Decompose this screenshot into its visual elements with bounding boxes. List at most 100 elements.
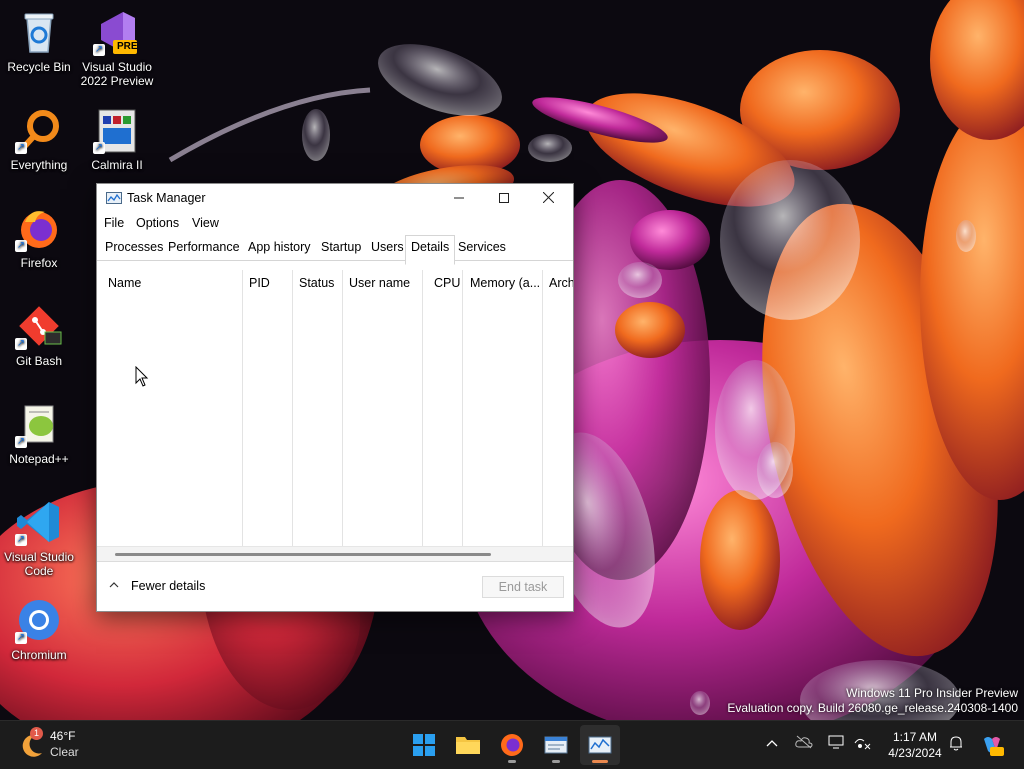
column-header-cpu[interactable]: CPU (434, 276, 460, 290)
desktop-icon-label: Visual Studio Code (4, 550, 74, 578)
tab-app-history[interactable]: App history (248, 240, 311, 254)
running-indicator (508, 760, 516, 763)
desktop-icon-notepad-plus-plus[interactable]: ↗ Notepad++ (0, 400, 78, 466)
column-name[interactable]: ^ Name (97, 270, 241, 546)
weather-widget[interactable]: 1 46°F Clear (18, 727, 118, 763)
notepad-plus-plus-icon: ↗ (15, 400, 63, 448)
close-icon (542, 191, 555, 204)
desktop-icon-chromium[interactable]: ↗ Chromium (0, 596, 78, 662)
end-task-button[interactable]: End task (482, 576, 564, 598)
shortcut-arrow-icon: ↗ (93, 44, 105, 56)
shortcut-arrow-icon: ↗ (15, 534, 27, 546)
close-button[interactable] (526, 184, 571, 212)
tab-performance[interactable]: Performance (168, 240, 240, 254)
column-user-name[interactable]: User name (342, 270, 422, 546)
start-button[interactable] (404, 725, 444, 765)
shortcut-arrow-icon: ↗ (15, 240, 27, 252)
copilot-button[interactable] (980, 733, 1004, 757)
shortcut-arrow-icon: ↗ (93, 142, 105, 154)
task-manager-app-icon (106, 192, 122, 204)
file-explorer-icon (456, 737, 480, 754)
column-status[interactable]: Status (292, 270, 342, 546)
desktop-icon-recycle-bin[interactable]: Recycle Bin (0, 8, 78, 74)
tab-services[interactable]: Services (458, 240, 506, 254)
task-manager-window[interactable]: Task Manager File Options View Processes… (96, 183, 574, 612)
desktop-icon-calmira[interactable]: ↗ Calmira II (78, 106, 156, 172)
notification-icon (950, 736, 962, 751)
tab-users[interactable]: Users (371, 240, 404, 254)
desktop-icon-label: Notepad++ (9, 452, 69, 466)
tab-startup[interactable]: Startup (321, 240, 361, 254)
tab-details[interactable]: Details (405, 235, 456, 265)
details-table[interactable]: ^ Name PID Status User name CPU Memory (… (97, 270, 573, 546)
taskbar: 1 46°F Clear 1:17 AM 4/23/2024 (0, 720, 1024, 769)
chevron-up-icon[interactable] (109, 580, 119, 591)
active-indicator (592, 760, 608, 763)
desktop-icon-label: Everything (10, 158, 68, 172)
desktop-icon-git-bash[interactable]: ↗ Git Bash (0, 302, 78, 368)
task-manager-icon (588, 736, 612, 754)
column-pid[interactable]: PID (242, 270, 292, 546)
window-titlebar[interactable]: Task Manager (97, 184, 573, 212)
display-tray[interactable] (826, 735, 846, 755)
minimize-icon (453, 197, 464, 199)
column-header-memory[interactable]: Memory (a... (470, 276, 540, 290)
desktop-icon-everything[interactable]: ↗ Everything (0, 106, 78, 172)
network-tray[interactable] (852, 735, 872, 755)
shortcut-arrow-icon: ↗ (15, 142, 27, 154)
fewer-details-link[interactable]: Fewer details (131, 579, 205, 593)
desktop-icon-vscode[interactable]: ↗ Visual Studio Code (0, 498, 78, 578)
desktop-icon-firefox[interactable]: ↗ Firefox (0, 204, 78, 270)
notification-button[interactable] (946, 735, 966, 755)
firefox-icon: ↗ (15, 204, 63, 252)
taskbar-firefox[interactable] (492, 725, 532, 765)
taskbar-notepad[interactable] (536, 725, 576, 765)
show-hidden-icons-button[interactable] (762, 735, 782, 755)
menu-options[interactable]: Options (136, 216, 179, 230)
visual-studio-icon: PRE ↗ (93, 8, 141, 56)
start-icon (413, 734, 435, 756)
onedrive-icon (795, 735, 813, 749)
weather-condition: Clear (50, 745, 79, 759)
horizontal-scrollbar[interactable] (97, 546, 573, 561)
git-bash-icon: ↗ (15, 302, 63, 350)
desktop-icon-visual-studio[interactable]: PRE ↗ Visual Studio 2022 Preview (78, 8, 156, 88)
minimize-button[interactable] (436, 184, 481, 212)
column-arch[interactable]: Arch (542, 270, 573, 546)
copilot-icon (984, 737, 1004, 756)
vscode-icon: ↗ (15, 498, 63, 546)
window-footer: Fewer details End task (97, 561, 573, 612)
weather-temperature: 46°F (50, 729, 76, 743)
column-header-pid[interactable]: PID (249, 276, 270, 290)
display-icon (828, 735, 844, 749)
window-title: Task Manager (127, 191, 206, 205)
column-header-user-name[interactable]: User name (349, 276, 410, 290)
menu-view[interactable]: View (192, 216, 219, 230)
preview-badge: PRE (117, 41, 138, 52)
tab-processes[interactable]: Processes (105, 240, 163, 254)
scrollbar-thumb[interactable] (115, 553, 491, 556)
column-cpu[interactable]: CPU (422, 270, 462, 546)
taskbar-task-manager[interactable] (580, 725, 620, 765)
column-header-name[interactable]: Name (108, 276, 141, 290)
menu-file[interactable]: File (104, 216, 124, 230)
column-header-status[interactable]: Status (299, 276, 334, 290)
recycle-bin-icon (15, 8, 63, 56)
weather-alert-badge: 1 (30, 727, 43, 740)
calmira-icon: ↗ (93, 106, 141, 154)
everything-search-icon: ↗ (15, 106, 63, 154)
onedrive-tray[interactable] (794, 735, 814, 755)
maximize-button[interactable] (481, 184, 526, 212)
column-memory[interactable]: Memory (a... (462, 270, 542, 546)
chevron-up-icon (766, 740, 778, 747)
menu-bar: File Options View (97, 212, 573, 234)
shortcut-arrow-icon: ↗ (15, 632, 27, 644)
desktop-icon-label: Recycle Bin (7, 60, 71, 74)
column-header-arch[interactable]: Arch (549, 276, 573, 290)
desktop-icon-label: Visual Studio 2022 Preview (80, 60, 154, 88)
chromium-icon: ↗ (15, 596, 63, 644)
clock-date: 4/23/2024 (888, 746, 942, 760)
desktop-icon-label: Git Bash (15, 354, 63, 368)
taskbar-file-explorer[interactable] (448, 725, 488, 765)
clock[interactable]: 1:17 AM 4/23/2024 (886, 729, 944, 761)
